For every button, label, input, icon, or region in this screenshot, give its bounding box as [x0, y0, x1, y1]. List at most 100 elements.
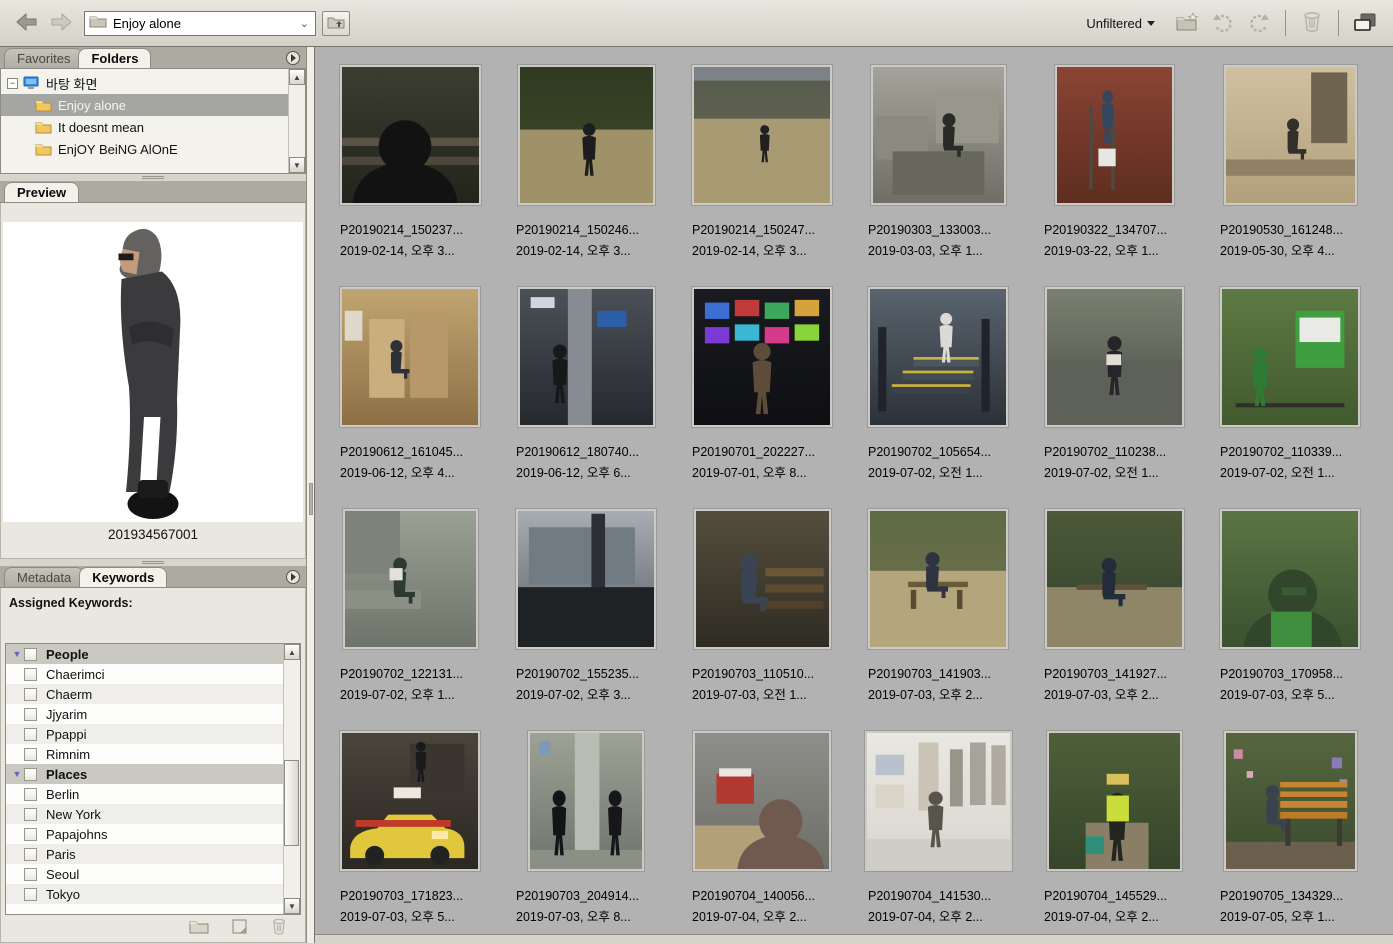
tree-item-enjoy-being-alone[interactable]: EnjOY BeiNG AlOnE: [1, 138, 288, 160]
thumbnail-cell[interactable]: P20190303_133003... 2019-03-03, 오후 1...: [850, 64, 1026, 287]
forward-arrow-icon: [48, 11, 74, 36]
thumbnail-cell[interactable]: P20190702_110339... 2019-07-02, 오전 1...: [1202, 286, 1378, 509]
new-folder-button[interactable]: [1172, 9, 1202, 37]
thumbnail-cell[interactable]: P20190702_105654... 2019-07-02, 오전 1...: [850, 286, 1026, 509]
thumbnail-cell[interactable]: P20190702_122131... 2019-07-02, 오후 1...: [322, 508, 498, 731]
scroll-track[interactable]: [289, 85, 305, 157]
thumbnail-cell[interactable]: P20190612_161045... 2019-06-12, 오후 4...: [322, 286, 498, 509]
panel-menu-button[interactable]: [286, 51, 300, 65]
tab-metadata[interactable]: Metadata: [4, 567, 85, 587]
back-button[interactable]: [10, 8, 44, 38]
scroll-up-button[interactable]: ▲: [284, 644, 300, 660]
horizontal-splitter[interactable]: [0, 174, 306, 181]
thumbnail-date: 2019-07-03, 오후 5...: [340, 910, 455, 924]
keyword-item-papajohns[interactable]: Papajohns: [6, 824, 283, 844]
scroll-down-button[interactable]: ▼: [289, 157, 305, 173]
vertical-splitter[interactable]: [306, 47, 315, 943]
tree-item-label: Enjoy alone: [58, 97, 126, 113]
group-expander-icon[interactable]: ▼: [10, 769, 24, 779]
keyword-checkbox[interactable]: [24, 767, 37, 781]
thumbnail-filename: P20190214_150247...: [692, 223, 816, 237]
keyword-item-rimnim[interactable]: Rimnim: [6, 744, 283, 764]
keywords-scrollbar[interactable]: ▲ ▼: [283, 644, 300, 914]
tree-item-it-doesnt-mean[interactable]: It doesnt mean: [1, 116, 288, 138]
compact-mode-button[interactable]: [1350, 9, 1380, 37]
thumbnail-cell[interactable]: P20190702_155235... 2019-07-02, 오후 3...: [498, 508, 674, 731]
forward-button[interactable]: [44, 8, 78, 38]
tree-item-바탕-화면[interactable]: − 바탕 화면: [1, 72, 288, 94]
keyword-item-new-york[interactable]: New York: [6, 804, 283, 824]
keyword-label: Tokyo: [46, 886, 80, 902]
keywords-tabbar: Metadata Keywords: [0, 566, 306, 588]
keyword-item-tokyo[interactable]: Tokyo: [6, 884, 283, 904]
rotate-right-button[interactable]: [1244, 9, 1274, 37]
thumbnail-cell[interactable]: P20190701_202227... 2019-07-01, 오후 8...: [674, 286, 850, 509]
keyword-checkbox[interactable]: [24, 707, 37, 721]
scroll-track[interactable]: [284, 660, 300, 898]
keyword-checkbox[interactable]: [24, 827, 37, 841]
new-keyword-button[interactable]: [231, 918, 249, 939]
keyword-checkbox[interactable]: [24, 747, 37, 761]
scroll-thumb[interactable]: [284, 759, 299, 846]
up-folder-button[interactable]: [322, 10, 350, 36]
thumbnail-cell[interactable]: P20190703_141927... 2019-07-03, 오후 2...: [1026, 508, 1202, 731]
thumbnail-cell[interactable]: P20190703_110510... 2019-07-03, 오전 1...: [674, 508, 850, 731]
tab-preview[interactable]: Preview: [4, 182, 80, 202]
thumbnail-cell[interactable]: P20190703_141903... 2019-07-03, 오후 2...: [850, 508, 1026, 731]
folder-path-combobox[interactable]: Enjoy alone ⌄: [84, 10, 316, 36]
thumbnail-cell[interactable]: P20190704_141530... 2019-07-04, 오후 2...: [850, 730, 1026, 943]
filter-dropdown[interactable]: Unfiltered: [1086, 16, 1155, 31]
folder-icon: [35, 98, 52, 112]
panel-menu-button[interactable]: [286, 570, 300, 584]
keyword-checkbox[interactable]: [24, 867, 37, 881]
thumbnail-cell[interactable]: P20190214_150247... 2019-02-14, 오후 3...: [674, 64, 850, 287]
keyword-item-jjyarim[interactable]: Jjyarim: [6, 704, 283, 724]
scroll-down-button[interactable]: ▼: [284, 898, 300, 914]
tab-folders[interactable]: Folders: [78, 48, 152, 68]
rotate-left-button[interactable]: [1208, 9, 1238, 37]
keyword-checkbox[interactable]: [24, 647, 37, 661]
thumbnail-filename: P20190702_122131...: [340, 667, 464, 681]
expander-minus-icon[interactable]: −: [7, 77, 18, 89]
keyword-checkbox[interactable]: [24, 887, 37, 901]
keyword-checkbox[interactable]: [24, 727, 37, 741]
folder-icon: [89, 14, 107, 33]
thumbnail-cell[interactable]: P20190530_161248... 2019-05-30, 오후 4...: [1202, 64, 1378, 287]
new-keyword-set-button[interactable]: [189, 918, 209, 939]
keyword-group-people[interactable]: ▼ People: [6, 644, 283, 664]
keyword-item-seoul[interactable]: Seoul: [6, 864, 283, 884]
thumbnail-image: [692, 508, 832, 650]
thumbnail-cell[interactable]: P20190705_134329... 2019-07-05, 오후 1...: [1202, 730, 1378, 943]
thumbnail-cell[interactable]: P20190214_150237... 2019-02-14, 오후 3...: [322, 64, 498, 287]
thumbnail-cell[interactable]: P20190703_171823... 2019-07-03, 오후 5...: [322, 730, 498, 943]
thumbnail-cell[interactable]: P20190704_145529... 2019-07-04, 오후 2...: [1026, 730, 1202, 943]
keyword-checkbox[interactable]: [24, 787, 37, 801]
horizontal-splitter[interactable]: [0, 559, 306, 566]
thumbnail-cell[interactable]: P20190322_134707... 2019-03-22, 오후 1...: [1026, 64, 1202, 287]
keyword-checkbox[interactable]: [24, 807, 37, 821]
thumbnail-cell[interactable]: P20190704_140056... 2019-07-04, 오후 2...: [674, 730, 850, 943]
delete-button[interactable]: [1297, 9, 1327, 37]
thumbnail-cell[interactable]: P20190702_110238... 2019-07-02, 오전 1...: [1026, 286, 1202, 509]
thumbnail-cell[interactable]: P20190703_204914... 2019-07-03, 오후 8...: [498, 730, 674, 943]
keyword-item-ppappi[interactable]: Ppappi: [6, 724, 283, 744]
keyword-checkbox[interactable]: [24, 847, 37, 861]
keyword-checkbox[interactable]: [24, 667, 37, 681]
thumbnail-cell[interactable]: P20190214_150246... 2019-02-14, 오후 3...: [498, 64, 674, 287]
keyword-item-berlin[interactable]: Berlin: [6, 784, 283, 804]
keyword-item-paris[interactable]: Paris: [6, 844, 283, 864]
folders-scrollbar[interactable]: ▲ ▼: [288, 69, 305, 173]
keyword-item-chaerm[interactable]: Chaerm: [6, 684, 283, 704]
thumbnail-image: [516, 286, 656, 428]
keyword-checkbox[interactable]: [24, 687, 37, 701]
keyword-item-chaerimci[interactable]: Chaerimci: [6, 664, 283, 684]
scroll-up-button[interactable]: ▲: [289, 69, 305, 85]
tree-item-enjoy-alone[interactable]: Enjoy alone: [1, 94, 288, 116]
thumbnail-cell[interactable]: P20190612_180740... 2019-06-12, 오후 6...: [498, 286, 674, 509]
group-expander-icon[interactable]: ▼: [10, 649, 24, 659]
thumbnail-cell[interactable]: P20190703_170958... 2019-07-03, 오후 5...: [1202, 508, 1378, 731]
tab-keywords[interactable]: Keywords: [79, 567, 168, 587]
tab-favorites[interactable]: Favorites: [4, 48, 84, 68]
delete-keyword-button[interactable]: [271, 918, 287, 940]
keyword-group-places[interactable]: ▼ Places: [6, 764, 283, 784]
